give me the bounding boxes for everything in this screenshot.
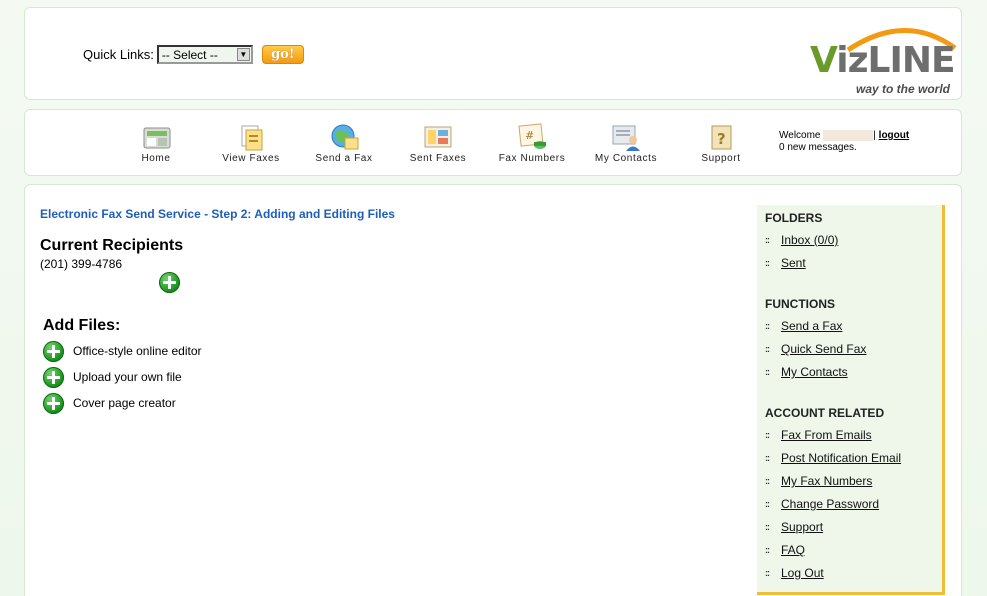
home-icon: [139, 122, 173, 152]
nav-home-label: Home: [141, 153, 171, 164]
quick-links-select-value: -- Select --: [161, 47, 218, 62]
nav-send-fax-label: Send a Fax: [315, 153, 373, 164]
sidebar-link-inbox[interactable]: :: Inbox (0/0): [765, 233, 838, 247]
send-fax-icon: [327, 122, 361, 152]
nav-sent-faxes[interactable]: Sent Faxes: [393, 122, 483, 164]
nav-my-contacts-label: My Contacts: [594, 153, 658, 164]
sidebar-link-faq[interactable]: :: FAQ: [765, 543, 805, 557]
quick-links-label: Quick Links:: [83, 47, 154, 62]
logo-tagline: way to the world: [856, 82, 951, 96]
folders-heading: FOLDERS: [765, 211, 823, 225]
quick-links: Quick Links: -- Select -- ▼ go!: [83, 45, 304, 64]
add-plus-icon[interactable]: [43, 366, 64, 388]
svg-text:#: #: [525, 129, 534, 142]
nav-sent-faxes-label: Sent Faxes: [409, 153, 467, 164]
file-option-cover-page[interactable]: Cover page creator: [43, 392, 176, 414]
logo-wordmark: VizLINE: [810, 40, 956, 81]
sidebar: FOLDERS :: Inbox (0/0) :: Sent FUNCTIONS :…: [757, 205, 945, 595]
chevron-down-icon[interactable]: ▼: [236, 48, 250, 61]
file-option-label: Cover page creator: [73, 396, 176, 410]
nav-fax-numbers[interactable]: # Fax Numbers: [487, 122, 577, 164]
svg-text:?: ?: [717, 130, 726, 148]
sidebar-link-support[interactable]: :: Support: [765, 520, 823, 534]
quick-links-select[interactable]: -- Select -- ▼: [156, 45, 253, 64]
welcome-separator: |: [873, 130, 876, 142]
nav-panel: Home View Faxes Send a Fax Sent Faxes # …: [24, 109, 962, 176]
vizline-logo[interactable]: VizLINE way to the world: [810, 18, 960, 96]
sidebar-link-change-password[interactable]: :: Change Password: [765, 497, 879, 511]
view-faxes-icon: [234, 122, 268, 152]
nav-fax-numbers-label: Fax Numbers: [498, 153, 566, 164]
nav-send-fax[interactable]: Send a Fax: [299, 122, 389, 164]
sidebar-link-fax-numbers[interactable]: :: My Fax Numbers: [765, 474, 872, 488]
file-option-upload[interactable]: Upload your own file: [43, 366, 182, 388]
sidebar-link-contacts[interactable]: :: My Contacts: [765, 365, 848, 379]
sidebar-link-log-out[interactable]: :: Log Out: [765, 566, 824, 580]
sent-faxes-icon: [421, 122, 455, 152]
nav-view-faxes-label: View Faxes: [222, 153, 280, 164]
sidebar-link-sent[interactable]: :: Sent: [765, 256, 806, 270]
sidebar-link-post-notification[interactable]: :: Post Notification Email: [765, 451, 901, 465]
nav-my-contacts[interactable]: My Contacts: [581, 122, 671, 164]
file-option-online-editor[interactable]: Office-style online editor: [43, 340, 202, 362]
fax-numbers-icon: #: [515, 122, 549, 152]
welcome-block: Welcome | logout 0 new messages.: [779, 130, 909, 154]
sidebar-link-send-fax[interactable]: :: Send a Fax: [765, 319, 842, 333]
sidebar-link-quick-send[interactable]: :: Quick Send Fax: [765, 342, 866, 356]
welcome-label: Welcome: [779, 130, 821, 142]
add-files-heading: Add Files:: [43, 317, 121, 334]
step-title: Electronic Fax Send Service - Step 2: Ad…: [40, 207, 395, 221]
account-heading: ACCOUNT RELATED: [765, 406, 885, 420]
username-redacted: [823, 130, 874, 141]
sidebar-link-fax-from-emails[interactable]: :: Fax From Emails: [765, 428, 872, 442]
functions-heading: FUNCTIONS: [765, 297, 835, 311]
add-plus-icon[interactable]: [43, 392, 64, 414]
recipients-heading: Current Recipients: [40, 237, 184, 254]
new-messages-count: 0 new messages.: [779, 142, 857, 154]
support-icon: ?: [704, 122, 738, 152]
nav-home[interactable]: Home: [111, 122, 201, 164]
nav-support-label: Support: [701, 153, 741, 164]
contacts-icon: [609, 122, 643, 152]
add-recipient-plus-icon[interactable]: [159, 272, 180, 293]
main-panel: Electronic Fax Send Service - Step 2: Ad…: [24, 184, 962, 596]
logout-link[interactable]: logout: [879, 130, 910, 141]
file-option-label: Upload your own file: [73, 370, 182, 384]
header-panel: Quick Links: -- Select -- ▼ go! VizLINE …: [24, 7, 962, 100]
file-option-label: Office-style online editor: [73, 344, 202, 358]
recipient-phone: (201) 399-4786: [40, 257, 123, 271]
nav-support[interactable]: ? Support: [676, 122, 766, 164]
add-plus-icon[interactable]: [43, 340, 64, 362]
go-button[interactable]: go!: [261, 45, 304, 64]
nav-view-faxes[interactable]: View Faxes: [206, 122, 296, 164]
